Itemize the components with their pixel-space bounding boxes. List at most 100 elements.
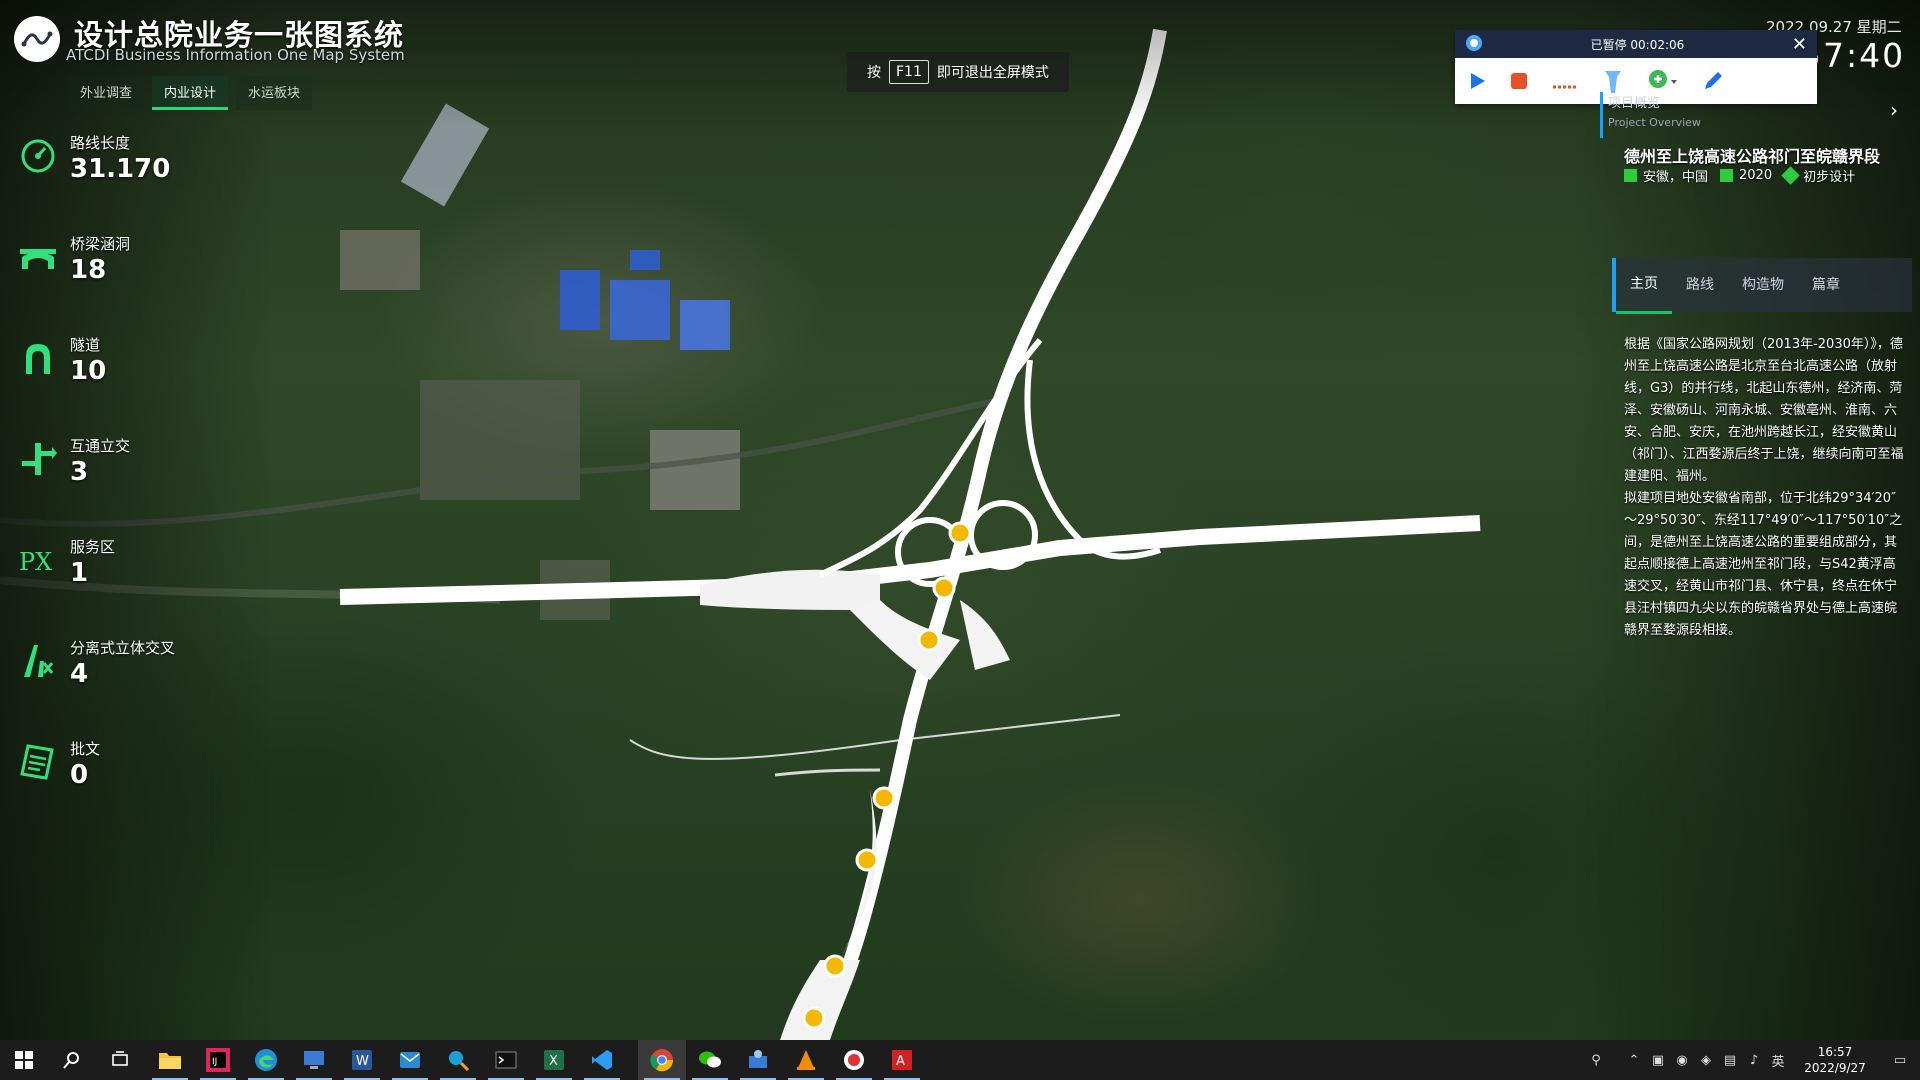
tab-structures[interactable]: 构造物 bbox=[1728, 258, 1798, 312]
edge-icon bbox=[255, 1049, 277, 1071]
stat-overpasses[interactable]: 分离式立体交叉 4 bbox=[16, 635, 236, 736]
terminal-icon bbox=[495, 1051, 517, 1069]
antivirus-icon[interactable]: ▣ bbox=[1646, 1053, 1670, 1068]
taskbar-app[interactable] bbox=[386, 1040, 434, 1080]
overview-label: 项目概览 bbox=[1608, 96, 1661, 111]
taskbar-app[interactable] bbox=[686, 1040, 734, 1080]
search-app-icon bbox=[449, 1051, 470, 1072]
taskbar-app[interactable] bbox=[638, 1040, 686, 1080]
edit-pencil-icon[interactable] bbox=[1701, 69, 1725, 93]
svg-text:IJ: IJ bbox=[212, 1057, 217, 1067]
notification-icon[interactable]: ▭ bbox=[1880, 1053, 1920, 1068]
stat-value: 3 bbox=[70, 457, 89, 487]
taskbar-app[interactable] bbox=[830, 1040, 878, 1080]
taskbar-app[interactable] bbox=[290, 1040, 338, 1080]
svg-text:X: X bbox=[549, 1054, 558, 1069]
taskbar-app[interactable] bbox=[434, 1040, 482, 1080]
outlook-icon bbox=[400, 1052, 420, 1068]
recorder-title-bar: 已暂停 00:02:06 ✕ bbox=[1455, 30, 1817, 58]
fullscreen-hint: 按 F11 即可退出全屏模式 bbox=[847, 52, 1069, 92]
word-icon: W bbox=[352, 1050, 372, 1070]
close-icon[interactable]: ✕ bbox=[1792, 34, 1817, 55]
module-tabs: 外业调查 内业设计 水运板块 bbox=[68, 76, 313, 110]
task-view-button[interactable] bbox=[96, 1040, 144, 1080]
taskbar-app[interactable] bbox=[734, 1040, 782, 1080]
search-icon bbox=[63, 1052, 79, 1069]
taskbar-app[interactable]: A bbox=[878, 1040, 926, 1080]
taskbar-clock[interactable]: 16:57 2022/9/27 bbox=[1790, 1044, 1880, 1076]
logo-icon bbox=[21, 31, 53, 47]
taskbar-app[interactable]: X bbox=[530, 1040, 578, 1080]
stat-label: 批文 bbox=[70, 740, 101, 758]
people-icon[interactable]: ⚲ bbox=[1584, 1053, 1608, 1068]
network-icon bbox=[749, 1050, 767, 1068]
tab-field-survey[interactable]: 外业调查 bbox=[68, 76, 145, 110]
stat-approvals[interactable]: 批文 0 bbox=[16, 736, 236, 837]
stat-interchanges[interactable]: 互通立交 3 bbox=[16, 433, 236, 534]
taskbar-app[interactable] bbox=[578, 1040, 626, 1080]
chevron-up-icon[interactable]: ⌃ bbox=[1622, 1053, 1646, 1068]
stat-value: 1 bbox=[70, 558, 89, 588]
tab-chapters[interactable]: 篇章 bbox=[1798, 258, 1854, 312]
tunnel-icon bbox=[26, 344, 50, 374]
taskbar-app[interactable] bbox=[482, 1040, 530, 1080]
stat-tunnels[interactable]: 隧道 10 bbox=[16, 332, 236, 433]
tag-icon bbox=[1781, 166, 1800, 185]
px-icon: PX bbox=[19, 548, 52, 576]
file-explorer-icon bbox=[159, 1053, 181, 1069]
wechat-icon bbox=[699, 1051, 721, 1068]
taskbar-app[interactable]: W bbox=[338, 1040, 386, 1080]
audio-level-icon[interactable] bbox=[1551, 71, 1579, 91]
description-paragraph: 根据《国家公路网规划（2013年-2030年）》，德州至上饶高速公路是北京至台北… bbox=[1624, 337, 1904, 484]
stat-label: 服务区 bbox=[70, 538, 116, 556]
stat-label: 桥梁涵洞 bbox=[70, 235, 131, 253]
project-location: 安徽，中国 bbox=[1643, 170, 1709, 185]
description-paragraph: 拟建项目地处安徽省南部，位于北纬29°34′20″～29°50′30″、东经11… bbox=[1624, 491, 1903, 638]
play-icon[interactable] bbox=[1467, 71, 1487, 91]
taskbar-app[interactable]: IJ bbox=[194, 1040, 242, 1080]
interchange-icon bbox=[22, 443, 57, 475]
tray-app-icon[interactable]: ◈ bbox=[1694, 1053, 1718, 1068]
stat-value: 18 bbox=[70, 255, 107, 285]
windows-taskbar: IJ W X A ⚲ ⌃ ▣ ◉ ◈ ▤ ♪ 英 16:57 2022/9/27… bbox=[0, 1040, 1920, 1080]
vscode-icon bbox=[592, 1050, 612, 1070]
stat-value: 0 bbox=[70, 760, 89, 790]
remote-desktop-icon bbox=[304, 1051, 324, 1069]
chevron-right-icon[interactable]: › bbox=[1890, 98, 1898, 122]
stat-route-length[interactable]: 路线长度 31.170 bbox=[16, 130, 236, 231]
project-tabs: 主页 路线 构造物 篇章 bbox=[1612, 257, 1912, 314]
recorder-status: 已暂停 00:02:06 bbox=[1590, 37, 1685, 52]
stop-icon[interactable] bbox=[1509, 71, 1529, 91]
overview-sublabel: Project Overview bbox=[1608, 116, 1701, 129]
screen-recorder-icon bbox=[844, 1050, 864, 1070]
volume-icon[interactable]: ♪ bbox=[1742, 1053, 1766, 1068]
document-icon bbox=[20, 744, 54, 780]
hint-prefix: 按 bbox=[867, 65, 881, 81]
taskbar-app[interactable] bbox=[242, 1040, 290, 1080]
vlc-icon bbox=[797, 1050, 815, 1070]
stat-value: 10 bbox=[70, 356, 107, 386]
stat-service-areas[interactable]: PX 服务区 1 bbox=[16, 534, 236, 635]
hint-key: F11 bbox=[889, 60, 929, 84]
stat-bridges[interactable]: 桥梁涵洞 18 bbox=[16, 231, 236, 332]
search-button[interactable] bbox=[48, 1040, 96, 1080]
windows-icon bbox=[15, 1051, 33, 1069]
ime-indicator[interactable]: 英 bbox=[1766, 1051, 1790, 1070]
tray-app-icon[interactable]: ◉ bbox=[1670, 1053, 1694, 1068]
tab-interior-design[interactable]: 内业设计 bbox=[152, 76, 229, 110]
stats-panel: 路线长度 31.170 桥梁涵洞 18 隧道 10 互通立交 3 PX 服务区 … bbox=[16, 130, 236, 837]
tab-home[interactable]: 主页 bbox=[1616, 257, 1672, 314]
tab-route[interactable]: 路线 bbox=[1672, 258, 1728, 312]
jetbrains-icon: IJ bbox=[206, 1048, 230, 1072]
tab-waterway[interactable]: 水运板块 bbox=[236, 76, 313, 110]
start-button[interactable] bbox=[0, 1040, 48, 1080]
project-meta: 安徽，中国 2020 初步设计 bbox=[1624, 166, 1855, 185]
task-view-icon bbox=[112, 1051, 128, 1066]
clock-date: 2022/9/27 bbox=[1804, 1061, 1866, 1075]
taskbar-app[interactable] bbox=[782, 1040, 830, 1080]
add-webcam-icon[interactable] bbox=[1647, 68, 1679, 94]
excel-icon: X bbox=[544, 1050, 564, 1070]
taskbar-app[interactable] bbox=[146, 1040, 194, 1080]
pen-tool-icon[interactable] bbox=[1601, 67, 1625, 95]
wifi-icon[interactable]: ▤ bbox=[1718, 1053, 1742, 1068]
